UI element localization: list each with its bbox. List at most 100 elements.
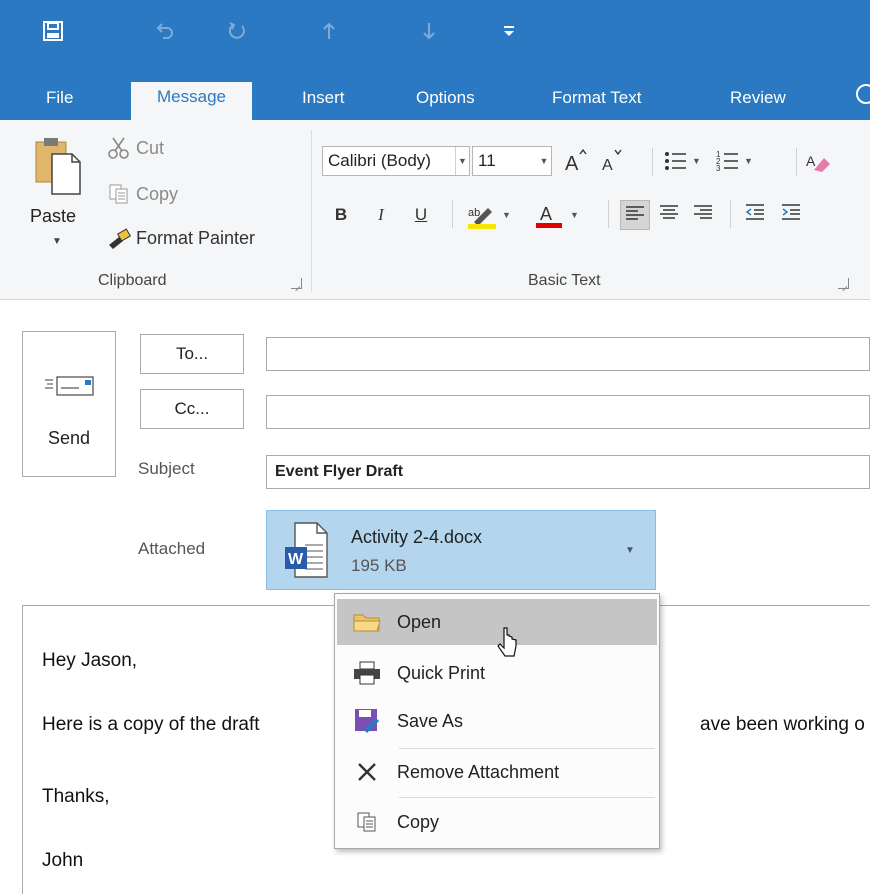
quick-access-toolbar <box>0 16 600 46</box>
copy-icon <box>337 811 397 833</box>
shrink-font-icon[interactable]: A <box>598 146 624 176</box>
chevron-down-icon[interactable]: ▼ <box>625 545 635 556</box>
font-size-value: 11 <box>478 151 496 170</box>
font-name-value: Calibri (Body) <box>328 151 431 170</box>
undo-icon[interactable] <box>150 16 180 46</box>
svg-text:W: W <box>288 551 304 568</box>
cc-button[interactable]: Cc... <box>140 389 244 429</box>
title-bar <box>0 0 870 76</box>
separator <box>452 200 453 228</box>
menu-separator <box>399 797 655 798</box>
italic-button[interactable]: I <box>368 200 394 230</box>
cut-button[interactable]: Cut <box>106 136 164 160</box>
highlighter-icon: ab ▼ <box>468 207 511 229</box>
svg-text:A: A <box>602 157 613 174</box>
printer-icon <box>337 661 397 685</box>
underline-button[interactable]: U <box>408 200 434 230</box>
font-name-dropdown[interactable]: Calibri (Body) ▼ <box>322 146 470 176</box>
menu-item-remove-attachment[interactable]: Remove Attachment <box>337 749 657 795</box>
tab-file[interactable]: File <box>40 86 79 120</box>
svg-text:A: A <box>806 153 816 169</box>
menu-item-label: Open <box>397 611 442 632</box>
clipboard-dialog-launcher[interactable] <box>291 278 302 289</box>
save-icon[interactable] <box>38 16 68 46</box>
format-painter-button[interactable]: Format Painter <box>106 226 255 250</box>
previous-item-icon[interactable] <box>314 16 344 46</box>
increase-indent-icon[interactable] <box>776 200 806 230</box>
paste-label[interactable]: Paste <box>30 206 76 227</box>
copy-icon <box>106 182 132 206</box>
menu-item-label: Quick Print <box>397 662 486 683</box>
send-button[interactable]: Send <box>22 331 116 477</box>
copy-button[interactable]: Copy <box>106 182 178 206</box>
save-as-icon <box>337 708 397 734</box>
svg-text:▼: ▼ <box>502 210 511 220</box>
clipboard-group-label: Clipboard <box>98 272 167 289</box>
separator <box>652 148 653 176</box>
paste-button[interactable] <box>32 136 82 208</box>
grow-font-icon[interactable]: A <box>562 146 588 176</box>
menu-item-label: Copy <box>397 811 440 832</box>
svg-text:▼: ▼ <box>570 210 579 220</box>
svg-text:ab: ab <box>468 207 480 219</box>
decrease-indent-icon[interactable] <box>740 200 770 230</box>
paste-dropdown-icon[interactable]: ▼ <box>52 236 62 247</box>
align-left-icon[interactable] <box>620 200 650 230</box>
svg-text:▼: ▼ <box>692 156 701 166</box>
tab-review[interactable]: Review <box>724 86 792 120</box>
align-right-icon[interactable] <box>688 200 718 230</box>
basic-text-group-label: Basic Text <box>528 272 601 289</box>
to-button[interactable]: To... <box>140 334 244 374</box>
send-label: Send <box>47 428 91 448</box>
mouse-pointer-icon <box>497 627 517 657</box>
tab-format-text[interactable]: Format Text <box>546 86 647 120</box>
attachment-chip[interactable]: W Activity 2-4.docx 195 KB ▼ <box>266 510 656 590</box>
format-painter-label: Format Painter <box>136 227 256 248</box>
separator <box>608 200 609 228</box>
send-icon <box>45 376 94 396</box>
redo-icon[interactable] <box>222 16 252 46</box>
svg-text:▼: ▼ <box>744 156 753 166</box>
basic-text-dialog-launcher[interactable] <box>838 278 849 289</box>
body-line-greeting: Hey Jason, <box>42 650 138 671</box>
to-field[interactable] <box>266 337 870 371</box>
tab-message[interactable]: Message <box>131 82 252 120</box>
body-line-text-right: ave been working o <box>700 714 865 735</box>
align-center-icon[interactable] <box>654 200 684 230</box>
chevron-down-icon: ▼ <box>539 156 549 166</box>
svg-text:3: 3 <box>716 164 721 173</box>
bold-button[interactable]: B <box>328 200 354 230</box>
cc-field[interactable] <box>266 395 870 429</box>
menu-item-save-as[interactable]: Save As <box>337 698 657 744</box>
tab-insert[interactable]: Insert <box>296 86 351 120</box>
body-line-thanks: Thanks, <box>42 786 110 807</box>
svg-text:A: A <box>540 204 552 224</box>
attached-label: Attached <box>138 539 206 558</box>
customize-toolbar-icon[interactable] <box>494 16 524 46</box>
font-color-button[interactable]: A ▼ <box>532 200 582 230</box>
svg-text:A: A <box>565 153 579 175</box>
folder-icon <box>337 611 397 633</box>
next-item-icon[interactable] <box>414 16 444 46</box>
menu-item-label: Save As <box>397 710 464 731</box>
separator <box>796 148 797 176</box>
chevron-down-icon: ▼ <box>455 147 469 175</box>
bullets-icon[interactable]: ▼ <box>662 146 706 176</box>
font-size-dropdown[interactable]: 11 ▼ <box>472 146 552 176</box>
cut-label: Cut <box>136 137 165 158</box>
menu-item-copy[interactable]: Copy <box>337 799 657 845</box>
body-line-signature: John <box>42 850 84 871</box>
format-painter-icon <box>106 226 132 250</box>
copy-label: Copy <box>136 183 179 204</box>
body-line-text-left: Here is a copy of the draft <box>42 714 260 735</box>
clear-formatting-icon[interactable]: A <box>804 146 830 176</box>
subject-field[interactable]: Event Flyer Draft <box>266 455 870 489</box>
menu-item-label: Remove Attachment <box>397 761 560 782</box>
tab-options[interactable]: Options <box>410 86 481 120</box>
separator <box>730 200 731 228</box>
subject-label: Subject <box>138 459 195 478</box>
tell-me-icon[interactable] <box>856 84 870 104</box>
numbering-icon[interactable]: 1 2 3 ▼ <box>714 146 758 176</box>
font-color-icon: A ▼ <box>536 204 579 228</box>
highlight-color-button[interactable]: ab ▼ <box>464 200 514 230</box>
